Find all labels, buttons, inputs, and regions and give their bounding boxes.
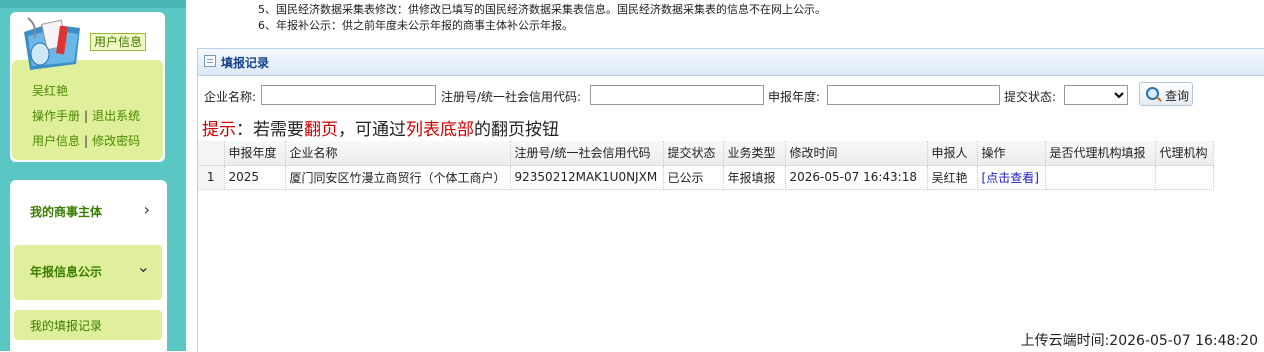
query-button[interactable]: 查询 <box>1139 82 1193 106</box>
col-header-status[interactable]: 提交状态 <box>663 141 724 166</box>
chevron-right-icon: › <box>143 200 150 219</box>
view-details-link[interactable]: [点击查看] <box>982 171 1039 185</box>
nav-item-label: 年报信息公示 <box>30 265 103 279</box>
chevron-down-icon: ⌄ <box>136 257 150 276</box>
logout-link[interactable]: 退出系统 <box>92 109 140 123</box>
instructions-notes: 5、国民经济数据采集表修改：供修改已填写的国民经济数据采集表信息。国民经济数据采… <box>258 2 826 34</box>
submit-status-select[interactable] <box>1064 85 1128 105</box>
sidebar-top-strip <box>0 0 186 8</box>
tip-text: ，可通过 <box>338 120 406 140</box>
nav-item-annual-report[interactable]: 年报信息公示 ⌄ <box>14 245 162 300</box>
user-card: 用户信息 吴红艳 操作手册 | 退出系统 用户信息 | 修改密码 <box>10 12 165 162</box>
panel-title: 填报记录 <box>221 56 270 70</box>
records-table: 申报年度 企业名称 注册号/统一社会信用代码 提交状态 业务类型 修改时间 申报… <box>198 141 1214 190</box>
user-name: 吴红艳 <box>32 84 69 98</box>
search-icon-handle <box>1156 96 1162 102</box>
tip-text: ：若需要 <box>236 120 304 140</box>
search-form: 企业名称: 注册号/统一社会信用代码: 申报年度: 提交状态: 查询 <box>202 82 1262 107</box>
company-name-label: 企业名称: <box>204 90 257 104</box>
nav-item-my-entities[interactable]: 我的商事主体 › <box>14 180 162 240</box>
note-line: 6、年报补公示：供之前年度未公示年报的商事主体补公示年报。 <box>258 19 573 32</box>
cell-status: 已公示 <box>663 165 724 190</box>
tip-text: 的翻页按钮 <box>474 120 559 140</box>
col-header-agent-filed[interactable]: 是否代理机构填报 <box>1045 141 1156 166</box>
tip-highlight-bottom: 列表底部 <box>406 120 474 140</box>
nav-sub-my-records[interactable]: 我的填报记录 <box>14 310 162 340</box>
manual-link[interactable]: 操作手册 <box>32 109 80 123</box>
nav-card: 我的商事主体 › 年报信息公示 ⌄ 我的填报记录 <box>10 180 167 351</box>
query-button-label: 查询 <box>1165 89 1190 103</box>
paging-tip: 提示：若需要翻页，可通过列表底部的翻页按钮 <box>202 115 559 140</box>
user-info-link[interactable]: 用户信息 <box>32 134 80 148</box>
table-header-row: 申报年度 企业名称 注册号/统一社会信用代码 提交状态 业务类型 修改时间 申报… <box>198 141 1214 166</box>
submit-status-label: 提交状态: <box>1004 90 1057 104</box>
col-header-modified-time[interactable]: 修改时间 <box>785 141 928 166</box>
cell-rownum: 1 <box>198 165 225 190</box>
report-year-input[interactable] <box>827 85 1000 105</box>
sidebar: 用户信息 吴红艳 操作手册 | 退出系统 用户信息 | 修改密码 我的商事主体 › 年报… <box>0 0 186 351</box>
col-header-rownum <box>198 141 225 166</box>
link-row-manual: 操作手册 | 退出系统 <box>32 107 140 124</box>
tip-highlight-paging: 翻页 <box>304 120 338 140</box>
cell-reg-code: 92350212MAK1U0NJXM <box>510 165 664 190</box>
col-header-company[interactable]: 企业名称 <box>285 141 511 166</box>
reg-code-label: 注册号/统一社会信用代码: <box>441 90 582 104</box>
cell-action: [点击查看] <box>977 165 1046 190</box>
cell-agent-filed <box>1045 165 1156 190</box>
table-row[interactable]: 1 2025 厦门同安区竹漫立商贸行（个体工商户） 92350212MAK1U0… <box>198 165 1214 190</box>
folder-icon <box>24 17 80 70</box>
cell-agent <box>1155 165 1214 190</box>
note-line: 5、国民经济数据采集表修改：供修改已填写的国民经济数据采集表信息。国民经济数据采… <box>258 3 826 16</box>
reg-code-input[interactable] <box>590 85 764 105</box>
user-info-tag: 用户信息 <box>90 33 147 51</box>
nav-item-label: 我的商事主体 <box>30 205 103 219</box>
col-header-reporter[interactable]: 申报人 <box>927 141 978 166</box>
document-icon <box>204 55 216 67</box>
link-separator: | <box>84 134 89 148</box>
upload-time: 上传云端时间:2026-05-07 16:48:20 <box>1020 333 1258 349</box>
col-header-reg-code[interactable]: 注册号/统一社会信用代码 <box>510 141 664 166</box>
cell-business-type: 年报填报 <box>723 165 786 190</box>
col-header-action: 操作 <box>977 141 1046 166</box>
tip-prefix: 提示 <box>202 120 236 140</box>
cell-reporter: 吴红艳 <box>927 165 978 190</box>
cell-year: 2025 <box>224 165 286 190</box>
col-header-agent[interactable]: 代理机构 <box>1155 141 1214 166</box>
change-password-link[interactable]: 修改密码 <box>92 134 140 148</box>
nav-sub-label: 我的填报记录 <box>30 319 103 333</box>
cell-company: 厦门同安区竹漫立商贸行（个体工商户） <box>285 165 511 190</box>
col-header-year[interactable]: 申报年度 <box>224 141 286 166</box>
cell-modified-time: 2026-05-07 16:43:18 <box>785 165 928 190</box>
col-header-business-type[interactable]: 业务类型 <box>723 141 786 166</box>
panel-header: 填报记录 <box>198 49 1264 76</box>
report-year-label: 申报年度: <box>768 90 821 104</box>
company-name-input[interactable] <box>261 85 436 105</box>
link-separator: | <box>84 109 89 123</box>
link-row-user: 用户信息 | 修改密码 <box>32 132 140 149</box>
records-panel: 填报记录 企业名称: 注册号/统一社会信用代码: 申报年度: 提交状态: 查询 … <box>197 48 1264 352</box>
